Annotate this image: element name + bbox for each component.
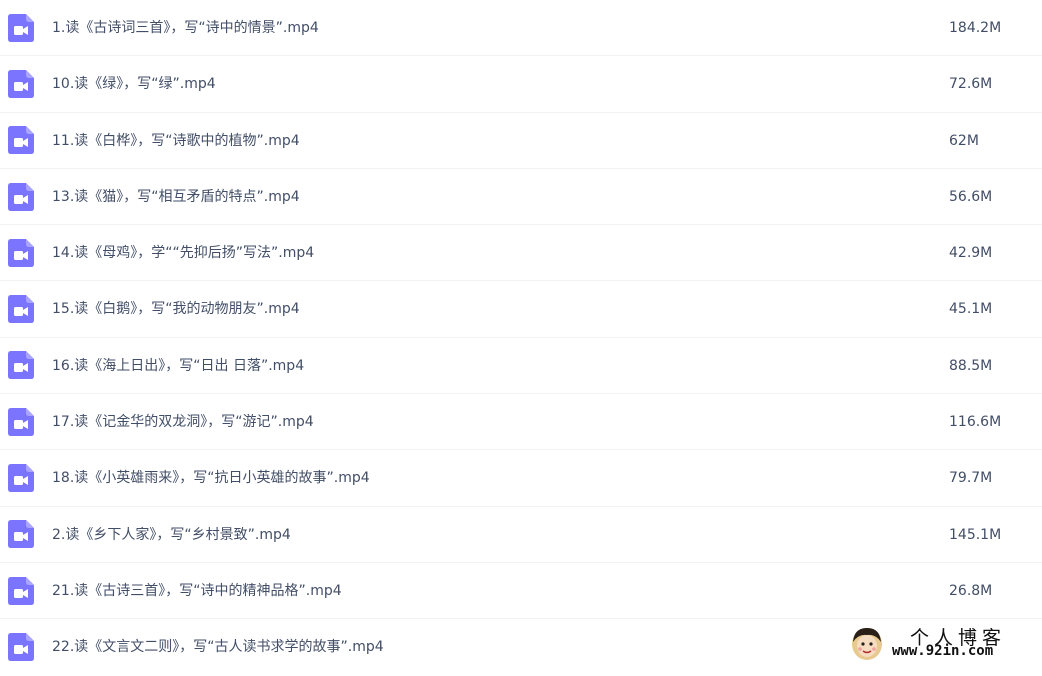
cartoon-avatar-icon xyxy=(850,625,884,661)
file-size: 56.6M xyxy=(949,188,993,205)
watermark: 个人博客 www.92in.com xyxy=(846,622,1042,664)
file-name[interactable]: 2.读《乡下人家》，写“乡村景致”.mp4 xyxy=(52,507,291,563)
file-size: 42.9M xyxy=(949,245,993,262)
file-row[interactable]: 21.读《古诗三首》，写“诗中的精神品格”.mp4 26.8M xyxy=(0,563,1042,620)
file-name[interactable]: 22.读《文言文二则》，写“古人读书求学的故事”.mp4 xyxy=(52,619,384,675)
file-row[interactable]: 1.读《古诗词三首》，写“诗中的情景”.mp4 184.2M xyxy=(0,0,1042,57)
file-size: 184.2M xyxy=(949,20,1002,36)
file-row[interactable]: 2.读《乡下人家》，写“乡村景致”.mp4 145.1M xyxy=(0,507,1042,563)
file-size: 79.7M xyxy=(949,470,993,487)
file-size: 116.6M xyxy=(949,414,1002,431)
video-file-icon xyxy=(8,126,34,155)
file-row[interactable]: 10.读《绿》，写“绿”.mp4 72.6M xyxy=(0,56,1042,113)
file-name[interactable]: 11.读《白桦》，写“诗歌中的植物”.mp4 xyxy=(52,113,300,169)
file-size: 45.1M xyxy=(949,301,993,318)
file-row[interactable]: 13.读《猫》，写“相互矛盾的特点”.mp4 56.6M xyxy=(0,169,1042,226)
file-name[interactable]: 15.读《白鹅》，写“我的动物朋友”.mp4 xyxy=(52,281,300,337)
watermark-url: www.92in.com xyxy=(892,643,994,659)
file-size: 88.5M xyxy=(949,357,993,374)
file-size: 62M xyxy=(949,132,979,149)
video-file-icon xyxy=(8,351,34,380)
file-name[interactable]: 18.读《小英雄雨来》，写“抗日小英雄的故事”.mp4 xyxy=(52,450,370,506)
file-name[interactable]: 21.读《古诗三首》，写“诗中的精神品格”.mp4 xyxy=(52,563,342,619)
file-name[interactable]: 10.读《绿》，写“绿”.mp4 xyxy=(52,56,216,112)
video-file-icon xyxy=(8,238,34,267)
file-name[interactable]: 16.读《海上日出》，写“日出 日落”.mp4 xyxy=(52,338,304,394)
video-file-icon xyxy=(8,464,34,493)
file-row[interactable]: 14.读《母鸡》，学““先抑后扬”写法”.mp4 42.9M xyxy=(0,225,1042,282)
video-file-icon xyxy=(8,13,34,42)
file-row[interactable]: 11.读《白桦》，写“诗歌中的植物”.mp4 62M xyxy=(0,113,1042,169)
video-file-icon xyxy=(8,69,34,98)
file-name[interactable]: 14.读《母鸡》，学““先抑后扬”写法”.mp4 xyxy=(52,225,314,281)
video-file-icon xyxy=(8,633,34,662)
file-row[interactable]: 17.读《记金华的双龙洞》，写“游记”.mp4 116.6M xyxy=(0,394,1042,451)
video-file-icon xyxy=(8,576,34,605)
file-size: 72.6M xyxy=(949,76,993,93)
video-file-icon xyxy=(8,295,34,324)
file-row[interactable]: 16.读《海上日出》，写“日出 日落”.mp4 88.5M xyxy=(0,338,1042,395)
file-name[interactable]: 1.读《古诗词三首》，写“诗中的情景”.mp4 xyxy=(52,0,319,56)
file-row[interactable]: 15.读《白鹅》，写“我的动物朋友”.mp4 45.1M xyxy=(0,281,1042,338)
file-name[interactable]: 17.读《记金华的双龙洞》，写“游记”.mp4 xyxy=(52,394,314,450)
file-name[interactable]: 13.读《猫》，写“相互矛盾的特点”.mp4 xyxy=(52,169,300,225)
video-file-icon xyxy=(8,520,34,549)
video-file-icon xyxy=(8,182,34,211)
video-file-icon xyxy=(8,407,34,436)
file-size: 26.8M xyxy=(949,582,993,599)
file-list: 1.读《古诗词三首》，写“诗中的情景”.mp4 184.2M 10.读《绿》，写… xyxy=(0,0,1042,676)
file-size: 145.1M xyxy=(949,526,1002,543)
file-row[interactable]: 18.读《小英雄雨来》，写“抗日小英雄的故事”.mp4 79.7M xyxy=(0,450,1042,507)
